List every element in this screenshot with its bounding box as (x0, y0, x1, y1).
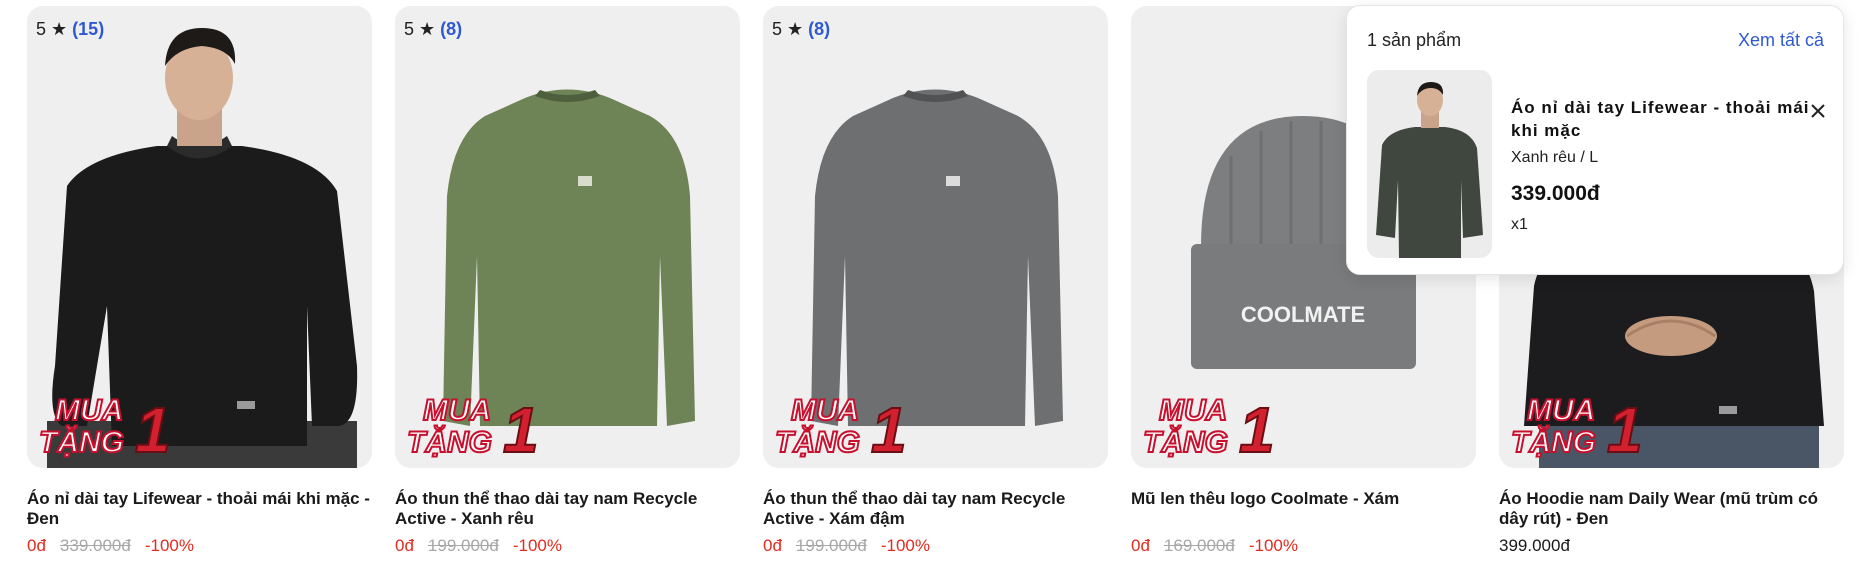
close-icon[interactable] (1809, 102, 1827, 120)
svg-text:1: 1 (1607, 394, 1643, 464)
product-title[interactable]: Áo Hoodie nam Daily Wear (mũ trùm có dây… (1499, 489, 1844, 529)
beanie-logo-text: COOLMATE (1241, 302, 1365, 327)
price-row: 0đ 199.000đ -100% (763, 536, 1108, 556)
mini-cart-popup: 1 sản phẩm Xem tất cả Áo nỉ dài tay Life… (1346, 5, 1844, 275)
price-row: 0đ 169.000đ -100% (1131, 536, 1476, 556)
product-rating: 5 ★ (8) (404, 19, 462, 40)
product-image[interactable]: 5 ★ (8) MUA TẶNG 1 (763, 6, 1108, 468)
discount-badge: -100% (1248, 536, 1298, 555)
promo-badge-icon: MUA TẶNG 1 (1510, 393, 1644, 464)
product-title[interactable]: Áo thun thể thao dài tay nam Recycle Act… (763, 489, 1108, 529)
price-row: 399.000đ (1499, 536, 1844, 556)
sale-price: 399.000đ (1499, 536, 1570, 555)
svg-text:1: 1 (503, 394, 539, 464)
product-card[interactable]: 5 ★ (15) MUA TẶNG 1 Áo nỉ dài tay Lifewe… (27, 6, 372, 556)
sale-price: 0đ (27, 536, 46, 555)
svg-text:MUA: MUA (1527, 394, 1595, 427)
price-row: 0đ 339.000đ -100% (27, 536, 372, 556)
original-price: 199.000đ (427, 536, 499, 555)
product-image[interactable]: 5 ★ (8) MUA TẶNG 1 (395, 6, 740, 468)
review-count: (8) (440, 19, 463, 39)
rating-value: 5 ★ (404, 19, 436, 39)
svg-text:MUA: MUA (55, 394, 123, 427)
svg-text:TẶNG: TẶNG (1511, 425, 1596, 459)
product-title[interactable]: Áo thun thể thao dài tay nam Recycle Act… (395, 489, 740, 529)
original-price: 199.000đ (795, 536, 867, 555)
svg-text:TẶNG: TẶNG (775, 425, 860, 459)
svg-text:1: 1 (871, 394, 907, 464)
price-row: 0đ 199.000đ -100% (395, 536, 740, 556)
svg-text:1: 1 (135, 394, 171, 464)
rating-value: 5 ★ (772, 19, 804, 39)
product-card[interactable]: 5 ★ (8) MUA TẶNG 1 Áo thun thể thao dài … (763, 6, 1108, 556)
svg-text:TẶNG: TẶNG (1143, 425, 1228, 459)
cart-item-variant: Xanh rêu / L (1511, 149, 1599, 166)
cart-item-quantity: x1 (1511, 216, 1528, 233)
original-price: 339.000đ (59, 536, 131, 555)
review-count: (8) (808, 19, 831, 39)
promo-badge-icon: MUA TẶNG 1 (774, 393, 908, 464)
view-all-link[interactable]: Xem tất cả (1738, 30, 1824, 51)
cart-item-price: 339.000đ (1511, 182, 1600, 205)
svg-text:TẶNG: TẶNG (39, 425, 124, 459)
product-rating: 5 ★ (15) (36, 19, 104, 40)
promo-badge-icon: MUA TẶNG 1 (38, 393, 172, 464)
discount-badge: -100% (880, 536, 930, 555)
sale-price: 0đ (395, 536, 414, 555)
cart-item-count: 1 sản phẩm (1367, 30, 1462, 50)
discount-badge: -100% (512, 536, 562, 555)
product-rating: 5 ★ (8) (772, 19, 830, 40)
svg-text:TẶNG: TẶNG (407, 425, 492, 459)
sweater-thumbnail-icon (1376, 82, 1483, 258)
svg-text:MUA: MUA (791, 394, 859, 427)
discount-badge: -100% (144, 536, 194, 555)
product-title[interactable]: Mũ len thêu logo Coolmate - Xám (1131, 489, 1476, 529)
sale-price: 0đ (763, 536, 782, 555)
original-price: 169.000đ (1163, 536, 1235, 555)
promo-badge-icon: MUA TẶNG 1 (406, 393, 540, 464)
product-card[interactable]: 5 ★ (8) MUA TẶNG 1 Áo thun thể thao dài … (395, 6, 740, 556)
promo-badge-icon: MUA TẶNG 1 (1142, 393, 1276, 464)
svg-text:MUA: MUA (423, 394, 491, 427)
cart-item-image[interactable] (1367, 70, 1492, 258)
sale-price: 0đ (1131, 536, 1150, 555)
product-title[interactable]: Áo nỉ dài tay Lifewear - thoải mái khi m… (27, 489, 372, 529)
cart-item-name[interactable]: Áo nỉ dài tay Lifewear - thoải mái khi m… (1511, 96, 1811, 142)
review-count: (15) (72, 19, 105, 39)
svg-text:MUA: MUA (1159, 394, 1227, 427)
rating-value: 5 ★ (36, 19, 68, 39)
product-image[interactable]: 5 ★ (15) MUA TẶNG 1 (27, 6, 372, 468)
svg-text:1: 1 (1239, 394, 1275, 464)
